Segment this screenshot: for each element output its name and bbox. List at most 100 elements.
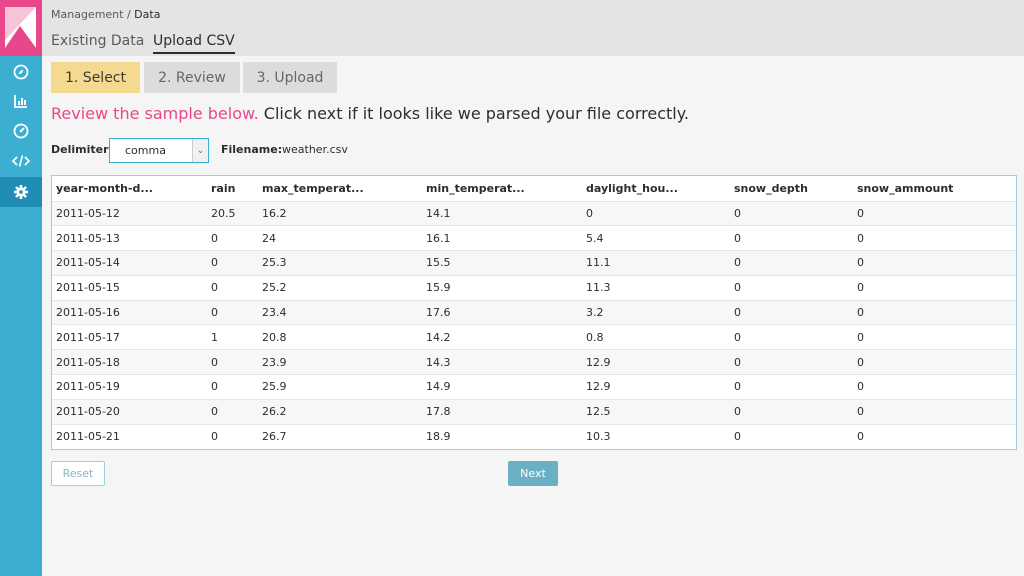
- table-cell: 0: [853, 423, 1016, 449]
- table-cell: 0: [207, 299, 258, 325]
- table-row: 2011-05-20 0 26.2 17.8 12.5 0 0: [52, 398, 1016, 425]
- review-heading-highlight: Review the sample below.: [51, 104, 259, 123]
- gauge-icon: [13, 123, 29, 139]
- review-heading-text: Click next if it looks like we parsed yo…: [258, 104, 689, 123]
- table-cell: 2011-05-19: [52, 374, 207, 400]
- gear-icon: [14, 185, 28, 199]
- column-header: snow_ammount: [853, 176, 1016, 201]
- table-cell: 17.8: [422, 398, 582, 425]
- breadcrumb-separator: /: [123, 8, 135, 21]
- bar-chart-icon: [14, 95, 27, 108]
- table-cell: 0: [730, 274, 853, 301]
- table-cell: 1: [207, 324, 258, 350]
- table-cell: 0: [730, 250, 853, 276]
- table-cell: 0: [853, 374, 1016, 400]
- table-cell: 12.9: [582, 349, 730, 375]
- table-cell: 5.4: [582, 225, 730, 251]
- step-upload[interactable]: 3. Upload: [243, 62, 337, 93]
- table-cell: 14.9: [422, 374, 582, 400]
- table-row: 2011-05-15 0 25.2 15.9 11.3 0 0: [52, 274, 1016, 301]
- breadcrumb-management-link[interactable]: Management: [51, 8, 123, 21]
- table-cell: 12.9: [582, 374, 730, 400]
- dashboard-nav-item[interactable]: [0, 116, 42, 146]
- next-button[interactable]: Next: [508, 461, 558, 486]
- kibana-logo[interactable]: [0, 0, 42, 56]
- filename-label: Filename:: [221, 143, 283, 156]
- dev-tools-nav-item[interactable]: [0, 146, 42, 176]
- table-row: 2011-05-14 0 25.3 15.5 11.1 0 0: [52, 250, 1016, 276]
- table-cell: 2011-05-15: [52, 274, 207, 301]
- table-cell: 0.8: [582, 324, 730, 350]
- table-cell: 14.3: [422, 349, 582, 375]
- column-header: year-month-d...: [52, 176, 207, 201]
- table-cell: 14.1: [422, 200, 582, 226]
- column-header: snow_depth: [730, 176, 853, 201]
- table-header-row: year-month-d... rain max_temperat... min…: [52, 176, 1016, 201]
- column-header: min_temperat...: [422, 176, 582, 201]
- tab-upload-csv[interactable]: Upload CSV: [153, 33, 235, 54]
- table-cell: 2011-05-21: [52, 423, 207, 449]
- step-select[interactable]: 1. Select: [51, 62, 140, 93]
- table-row: 2011-05-16 0 23.4 17.6 3.2 0 0: [52, 299, 1016, 325]
- breadcrumb: Management / Data: [51, 8, 160, 21]
- table-cell: 0: [730, 349, 853, 375]
- table-cell: 0: [730, 423, 853, 449]
- top-bar: Management / Data Existing Data Upload C…: [42, 0, 1024, 56]
- table-cell: 20.8: [258, 324, 422, 350]
- table-cell: 0: [730, 225, 853, 251]
- table-cell: 18.9: [422, 423, 582, 449]
- sample-data-table[interactable]: year-month-d... rain max_temperat... min…: [51, 175, 1017, 450]
- visualize-nav-item[interactable]: [0, 86, 42, 116]
- table-cell: 23.4: [258, 299, 422, 325]
- table-cell: 12.5: [582, 398, 730, 425]
- table-cell: 11.1: [582, 250, 730, 276]
- compass-icon: [13, 64, 29, 80]
- table-row: 2011-05-19 0 25.9 14.9 12.9 0 0: [52, 374, 1016, 400]
- step-review[interactable]: 2. Review: [144, 62, 240, 93]
- table-cell: 2011-05-13: [52, 225, 207, 251]
- table-cell: 26.7: [258, 423, 422, 449]
- column-header: rain: [207, 176, 258, 201]
- code-icon: [12, 155, 30, 167]
- table-cell: 0: [853, 324, 1016, 350]
- table-cell: 16.1: [422, 225, 582, 251]
- tab-existing-data[interactable]: Existing Data: [51, 33, 144, 49]
- breadcrumb-current: Data: [134, 8, 161, 21]
- table-cell: 0: [853, 274, 1016, 301]
- table-row: 2011-05-18 0 23.9 14.3 12.9 0 0: [52, 349, 1016, 375]
- table-cell: 2011-05-17: [52, 324, 207, 350]
- column-header: max_temperat...: [258, 176, 422, 201]
- table-cell: 11.3: [582, 274, 730, 301]
- table-cell: 2011-05-20: [52, 398, 207, 425]
- table-cell: 0: [207, 225, 258, 251]
- management-nav-item[interactable]: [0, 177, 42, 207]
- table-cell: 23.9: [258, 349, 422, 375]
- table-cell: 0: [853, 398, 1016, 425]
- reset-button[interactable]: Reset: [51, 461, 105, 486]
- table-cell: 2011-05-18: [52, 349, 207, 375]
- table-cell: 0: [730, 324, 853, 350]
- table-cell: 0: [207, 374, 258, 400]
- table-cell: 17.6: [422, 299, 582, 325]
- table-cell: 0: [207, 250, 258, 276]
- table-cell: 0: [730, 299, 853, 325]
- table-cell: 15.9: [422, 274, 582, 301]
- table-cell: 10.3: [582, 423, 730, 449]
- table-row: 2011-05-17 1 20.8 14.2 0.8 0 0: [52, 324, 1016, 350]
- table-cell: 26.2: [258, 398, 422, 425]
- discover-nav-item[interactable]: [0, 57, 42, 87]
- table-cell: 0: [207, 398, 258, 425]
- table-cell: 3.2: [582, 299, 730, 325]
- table-cell: 0: [853, 299, 1016, 325]
- review-heading: Review the sample below. Click next if i…: [51, 104, 689, 123]
- table-row: 2011-05-12 20.5 16.2 14.1 0 0 0: [52, 200, 1016, 226]
- table-cell: 0: [730, 374, 853, 400]
- delimiter-select[interactable]: comma ⌄: [109, 138, 209, 163]
- table-cell: 0: [853, 250, 1016, 276]
- table-cell: 0: [853, 349, 1016, 375]
- table-cell: 25.3: [258, 250, 422, 276]
- table-cell: 0: [582, 200, 730, 226]
- delimiter-selected-value: comma: [125, 144, 166, 157]
- table-cell: 24: [258, 225, 422, 251]
- table-row: 2011-05-13 0 24 16.1 5.4 0 0: [52, 225, 1016, 251]
